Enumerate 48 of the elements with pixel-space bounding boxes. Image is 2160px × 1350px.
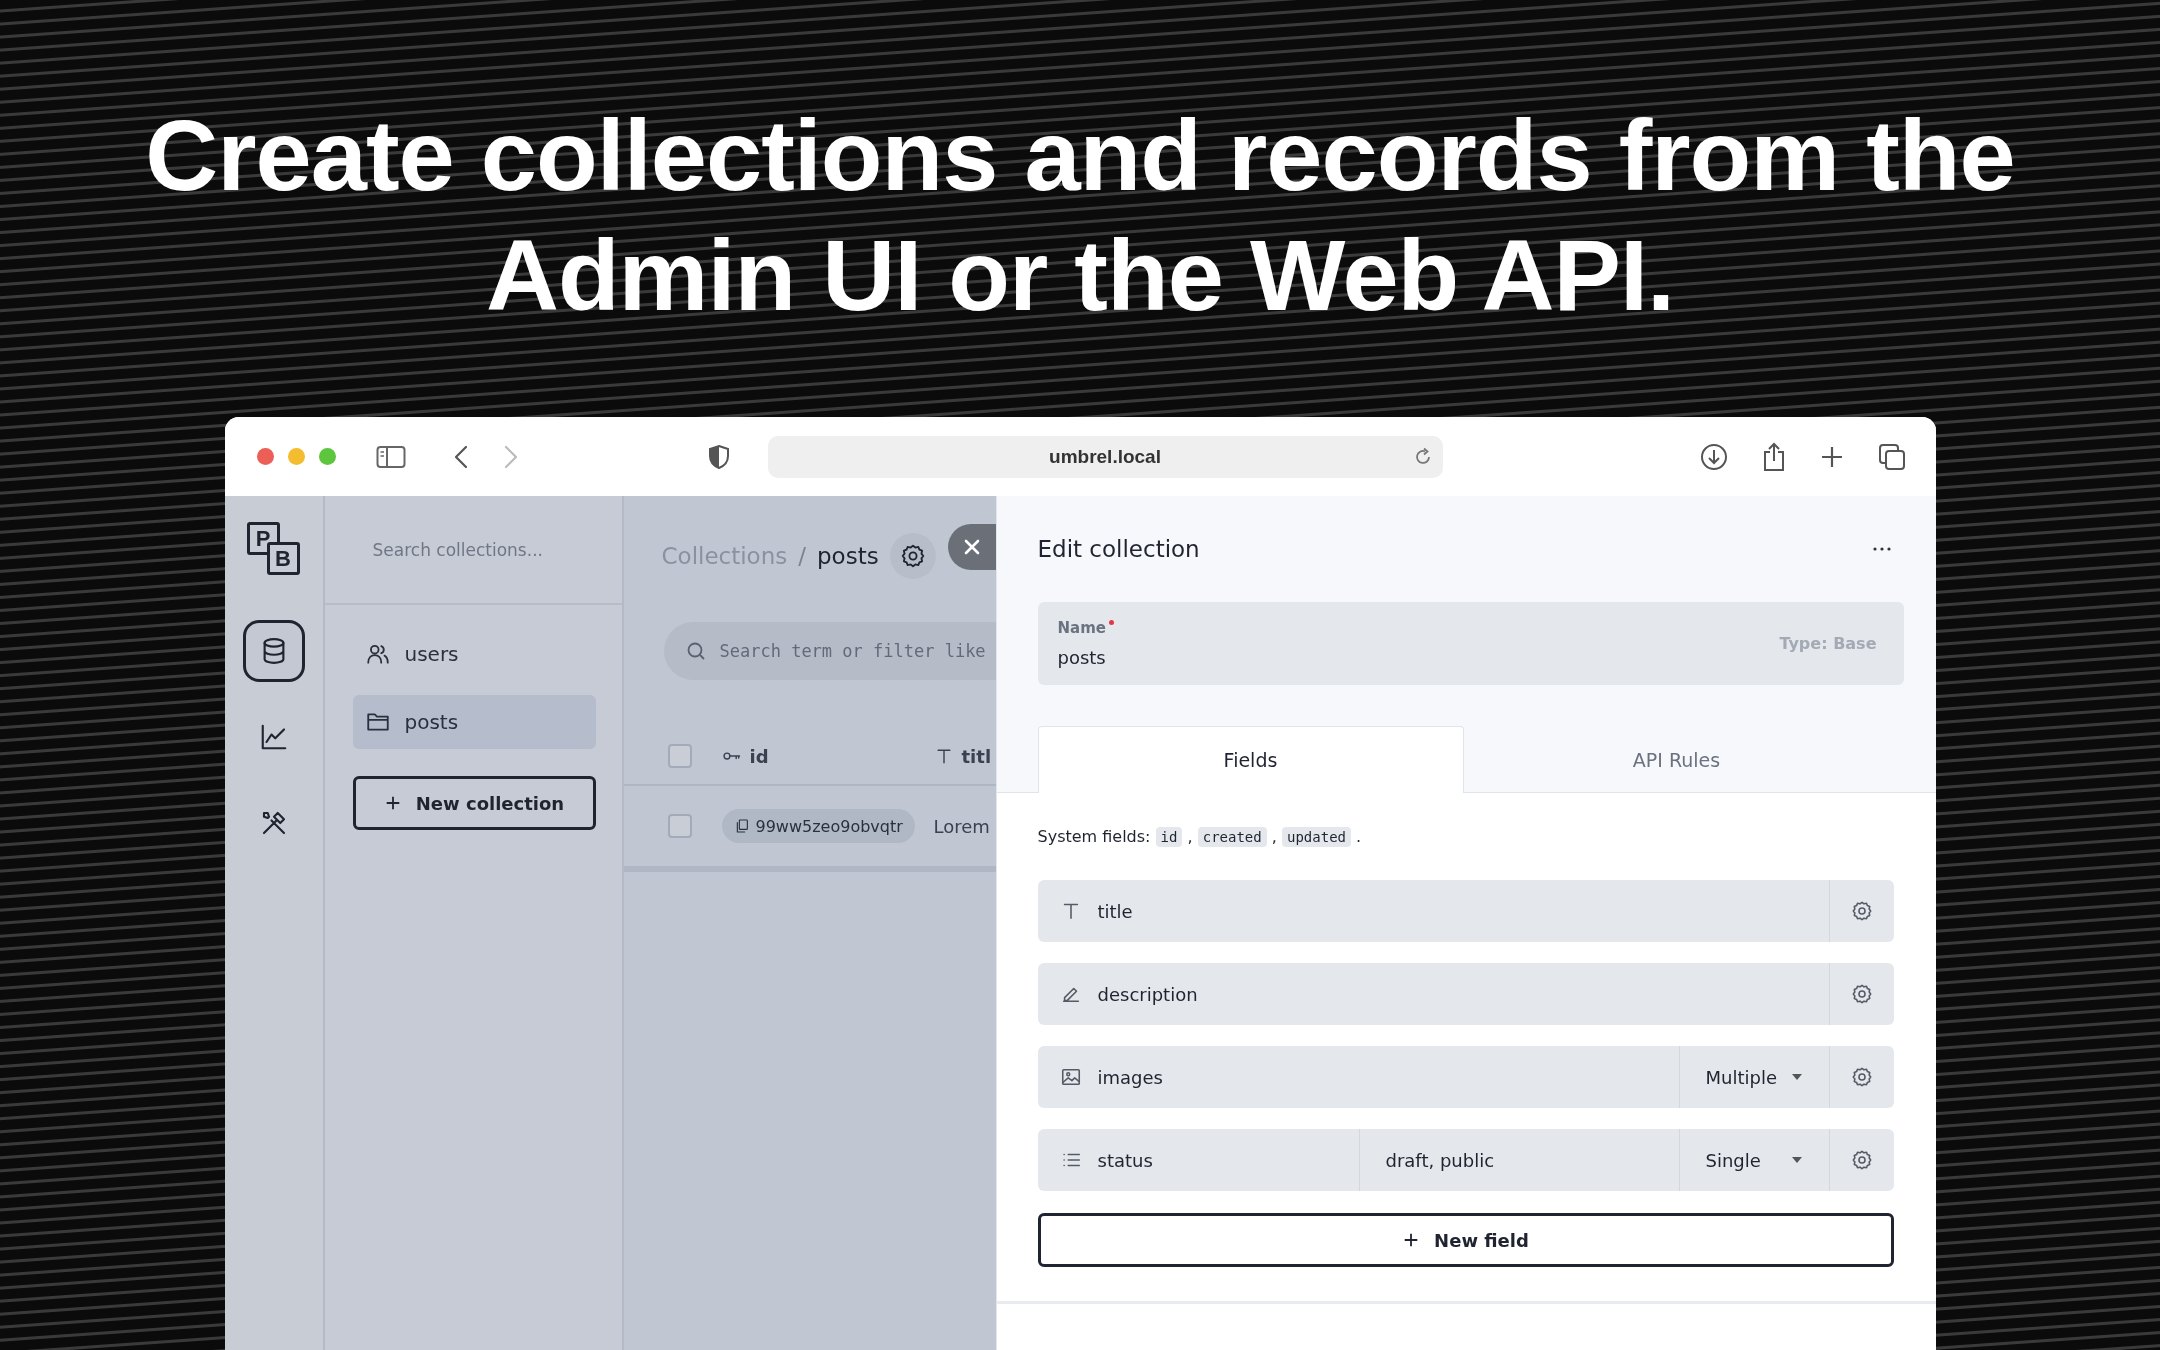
option-dropdown[interactable]: Single (1678, 1129, 1829, 1191)
download-icon[interactable] (1699, 442, 1728, 471)
headline: Create collections and records from the Admin UI or the Web API. (144, 98, 2016, 333)
shield-icon[interactable] (707, 443, 730, 470)
collection-item[interactable]: users (352, 627, 596, 681)
new-tab-icon[interactable] (1819, 444, 1844, 469)
table-cell: Lorem (933, 815, 990, 837)
image-icon (1059, 1066, 1082, 1088)
back-icon[interactable] (453, 444, 468, 469)
field-name[interactable]: title (1097, 900, 1133, 922)
caret-icon (1790, 1073, 1803, 1081)
column-header[interactable]: titl (933, 745, 992, 767)
field-name[interactable]: images (1097, 1066, 1163, 1088)
field-label: Name (1057, 619, 1106, 637)
checkbox[interactable] (667, 814, 692, 838)
logo-letter: B (266, 542, 300, 575)
system-fields-text: System fields: id , created , updated . (1037, 827, 1363, 846)
more-icon[interactable] (1871, 546, 1892, 552)
nav-button[interactable] (242, 620, 305, 682)
panel-title: Edit collection (1037, 536, 1200, 562)
column-header[interactable]: id (721, 745, 934, 767)
url-text: umbrel.local (1049, 445, 1161, 468)
new-collection-button[interactable]: New collection (352, 776, 596, 830)
close-button[interactable] (947, 524, 996, 570)
close-window-button[interactable] (256, 448, 274, 465)
field-value: posts (1057, 647, 1107, 668)
new-field-button[interactable]: New field (1037, 1213, 1894, 1267)
tab[interactable]: API Rules (1463, 726, 1890, 793)
type-label: Type: Base (1779, 634, 1877, 653)
settings-button[interactable] (889, 533, 936, 579)
share-icon[interactable] (1761, 441, 1786, 472)
breadcrumb-separator: / (798, 543, 806, 569)
field-values[interactable]: draft, public (1358, 1129, 1679, 1191)
breadcrumb-current: posts (817, 543, 879, 569)
id-badge[interactable]: 99ww5zeo9obvqtr (721, 809, 915, 843)
option-dropdown[interactable]: Multiple (1678, 1046, 1829, 1108)
tabs-overview-icon[interactable] (1877, 442, 1906, 471)
sidebar-toggle-icon[interactable] (375, 444, 406, 469)
field-name[interactable]: status (1097, 1149, 1153, 1171)
collection-item[interactable]: posts (352, 695, 596, 749)
tab[interactable]: Fields (1037, 726, 1464, 793)
caret-icon (1790, 1156, 1803, 1164)
field-name[interactable]: description (1097, 983, 1198, 1005)
search-field[interactable]: Search collections... (370, 538, 595, 561)
address-bar[interactable]: umbrel.local (767, 435, 1443, 478)
search-field[interactable]: Search term or filter like (663, 622, 996, 680)
name-field[interactable]: Name posts Type: Base (1037, 602, 1904, 685)
checkbox[interactable] (667, 744, 692, 768)
